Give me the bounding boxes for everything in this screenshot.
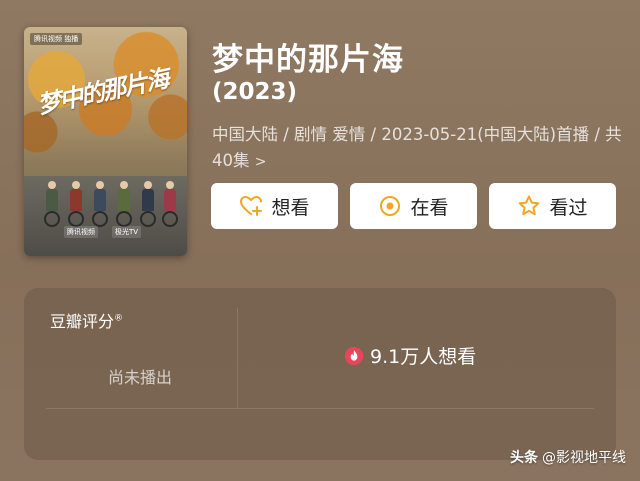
- want-label: 想看: [271, 196, 310, 219]
- target-circle-icon: [380, 196, 401, 216]
- watched-button[interactable]: 看过: [489, 183, 616, 229]
- want-count-text: 9.1万人想看: [370, 346, 477, 368]
- rider: [116, 181, 132, 227]
- watermark-platform: 头条: [510, 450, 538, 466]
- watching-label: 在看: [410, 196, 449, 219]
- vertical-divider: [237, 308, 238, 408]
- want-count: 9.1万人想看: [344, 342, 476, 369]
- watching-button[interactable]: 在看: [350, 183, 477, 229]
- poster-logos: 腾讯视频 极光TV: [64, 226, 142, 238]
- rating-status: 尚未播出: [108, 368, 173, 387]
- release-year: (2023): [212, 79, 298, 105]
- want-to-watch-button[interactable]: 想看: [211, 183, 338, 229]
- chevron-right-icon: >: [254, 154, 267, 170]
- rating-panel: 豆瓣评分® 尚未播出 9.1万人想看: [24, 288, 616, 460]
- poster-logo: 极光TV: [112, 226, 142, 238]
- show-meta[interactable]: 中国大陆 / 剧情 爱情 / 2023-05-21(中国大陆)首播 / 共40集…: [212, 122, 622, 175]
- rider: [68, 181, 84, 227]
- horizontal-divider: [46, 408, 594, 409]
- star-icon: [519, 195, 540, 216]
- rider: [162, 181, 178, 227]
- watched-label: 看过: [549, 196, 588, 219]
- watermark-account: @影视地平线: [542, 450, 626, 466]
- poster-riders: [44, 157, 187, 227]
- poster-image[interactable]: 腾讯视频 独播 梦中的那片海 腾讯视频 极光TV: [24, 27, 187, 256]
- meta-text: 中国大陆 / 剧情 爱情 / 2023-05-21(中国大陆)首播 / 共40集: [212, 125, 622, 170]
- poster-logo: 腾讯视频: [64, 226, 98, 238]
- rating-label-text: 豆瓣评分: [50, 312, 115, 331]
- rider: [44, 181, 60, 227]
- poster-badge: 腾讯视频 独播: [30, 33, 83, 45]
- registered-mark: ®: [114, 313, 124, 324]
- fire-icon: [344, 346, 364, 365]
- watermark: 头条 @影视地平线: [510, 447, 626, 467]
- rider: [140, 181, 156, 227]
- heart-plus-icon: [240, 195, 263, 216]
- rider: [92, 181, 108, 227]
- douban-rating-label: 豆瓣评分®: [50, 308, 123, 332]
- page-title: 梦中的那片海: [212, 42, 404, 78]
